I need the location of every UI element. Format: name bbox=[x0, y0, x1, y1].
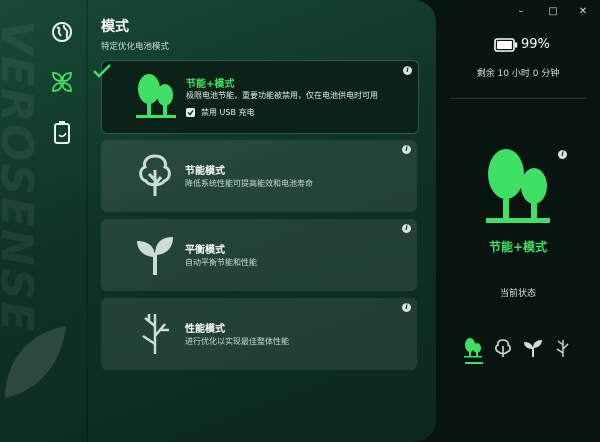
mini-trees-icon[interactable] bbox=[463, 338, 483, 358]
minimize-button[interactable]: – bbox=[514, 5, 528, 19]
mode-name: 节能模式 bbox=[185, 166, 225, 177]
battery-icon bbox=[54, 121, 70, 144]
mode-name: 平衡模式 bbox=[185, 245, 225, 256]
check-icon bbox=[93, 64, 111, 78]
mode-card-eco-plus[interactable]: 节能+模式 极限电池节能，重要功能被禁用，仅在电池供电时可用 禁用 USB 充电… bbox=[93, 60, 419, 134]
checkbox-check-icon bbox=[187, 110, 194, 116]
main-panel: VEROSENSE 模式 特定优化电池模式 节能+模式 极限电池节能，重要功能被… bbox=[0, 0, 436, 442]
info-icon[interactable]: i bbox=[402, 145, 411, 154]
mode-name: 性能模式 bbox=[185, 324, 225, 335]
mode-description: 自动平衡节能和性能 bbox=[185, 258, 257, 267]
mini-branch-icon[interactable] bbox=[553, 338, 573, 358]
nav-divider bbox=[86, 0, 88, 442]
mode-card-eco[interactable]: 节能模式 降低系统性能可提高能效和电池寿命 i bbox=[101, 140, 417, 212]
mode-description: 进行优化以实现最佳整体性能 bbox=[185, 337, 289, 346]
mode-name: 节能+模式 bbox=[186, 79, 235, 90]
globe-icon bbox=[52, 22, 72, 42]
battery-status-icon bbox=[494, 38, 518, 52]
mode-card-balanced[interactable]: 平衡模式 自动平衡节能和性能 i bbox=[101, 219, 417, 291]
sprout-icon bbox=[137, 237, 173, 275]
tree-icon bbox=[139, 154, 171, 196]
checkbox-box[interactable] bbox=[186, 108, 195, 117]
info-icon[interactable]: i bbox=[403, 66, 412, 75]
current-mode-name: 节能+模式 bbox=[488, 240, 548, 254]
leaves-icon bbox=[52, 72, 72, 92]
battery-remaining: 剩余 10 小时 0 分钟 bbox=[476, 69, 560, 79]
current-mode-trees-icon bbox=[486, 149, 550, 223]
mode-card-performance[interactable]: 性能模式 进行优化以实现最佳整体性能 i bbox=[101, 298, 417, 370]
usb-charging-checkbox[interactable]: 禁用 USB 充电 bbox=[186, 107, 255, 118]
app-window: VEROSENSE 模式 特定优化电池模式 节能+模式 极限电池节能，重要功能被… bbox=[0, 0, 600, 442]
mode-description: 降低系统性能可提高能效和电池寿命 bbox=[185, 179, 313, 188]
maximize-button[interactable]: □ bbox=[546, 5, 560, 19]
info-icon[interactable]: i bbox=[558, 150, 567, 159]
info-icon[interactable]: i bbox=[402, 303, 411, 312]
close-button[interactable]: ✕ bbox=[576, 5, 590, 19]
divider bbox=[450, 98, 586, 99]
usb-charging-label: 禁用 USB 充电 bbox=[201, 108, 255, 117]
page-subtitle: 特定优化电池模式 bbox=[101, 42, 170, 52]
nav-item-globe[interactable] bbox=[44, 14, 80, 50]
active-indicator bbox=[465, 362, 483, 364]
current-status-label: 当前状态 bbox=[499, 289, 536, 299]
nav-item-modes[interactable] bbox=[44, 64, 80, 100]
branch-icon bbox=[142, 314, 169, 354]
mode-description: 极限电池节能，重要功能被禁用，仅在电池供电时可用 bbox=[186, 91, 378, 100]
mini-sprout-icon[interactable] bbox=[523, 338, 543, 358]
info-icon[interactable]: i bbox=[402, 224, 411, 233]
mini-tree-icon[interactable] bbox=[493, 338, 513, 358]
nav-item-battery[interactable] bbox=[44, 114, 80, 150]
brand-text: VEROSENSE bbox=[0, 20, 42, 334]
status-panel: – □ ✕ 99% 剩余 10 小时 0 分钟 i 节能+模式 当前状态 bbox=[436, 0, 600, 442]
battery-percent: 99% bbox=[521, 37, 550, 52]
side-nav bbox=[44, 14, 80, 164]
leaf-watermark-icon bbox=[5, 326, 66, 398]
page-title: 模式 bbox=[101, 19, 129, 35]
trees-icon bbox=[136, 74, 176, 118]
